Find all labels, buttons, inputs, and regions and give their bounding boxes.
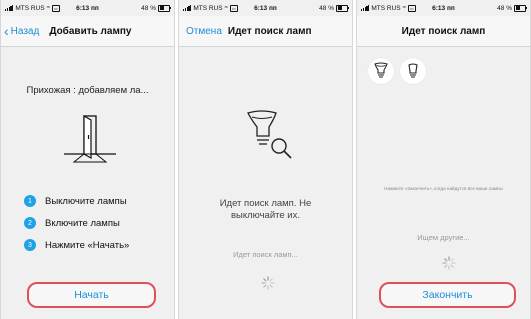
nav-bar: ‹ Назад Добавить лампу [0,16,175,47]
bulb-search-icon [238,105,298,165]
clock: 6:13 пп [254,4,277,12]
back-button[interactable]: ‹ Назад [0,23,40,39]
step-label: Включите лампы [45,217,120,229]
finish-hint: Нажмите «Закончить», когда найдутся все … [384,186,503,191]
step-1: 1 Выключите лампы [24,190,129,212]
battery-icon [336,4,349,12]
spinner-icon [442,256,456,270]
searching-message: Идет поиск ламп. Не выключайте их. [219,198,312,221]
searching-status: Ищем другие... [417,233,470,242]
page-title: Добавить лампу [49,25,132,37]
door-icon [50,110,130,165]
step-2: 2 Включите лампы [24,212,129,234]
status-bar: MTS RUS ≈ ▭ 6:13 пп 48 % [356,0,531,16]
back-label: Назад [10,25,40,37]
battery-icon [514,4,527,12]
searching-status: Идет поиск ламп... [233,250,298,259]
status-bar: MTS RUS ≈ ▭ 6:13 пп 48 % [0,0,175,16]
step-3: 3 Нажмите «Начать» [24,234,129,256]
bulb-icon[interactable] [368,58,394,84]
page-title: Идет поиск ламп [227,25,312,37]
battery-icon [158,4,171,12]
clock: 6:13 пп [432,4,455,12]
steps-list: 1 Выключите лампы 2 Включите лампы 3 Наж… [24,190,129,256]
spinner-icon [261,276,275,290]
finish-button[interactable]: Закончить [379,282,516,308]
bulb-icon[interactable] [400,58,426,84]
screenshot-strip: MTS RUS ≈ ▭ 6:13 пп 48 % ‹ Назад Добавит… [0,0,531,319]
screen-searching: MTS RUS ≈ ▭ 6:13 пп 48 % Отмена Идет пои… [178,0,353,319]
cancel-button[interactable]: Отмена [178,26,222,37]
clock: 6:13 пп [76,4,99,12]
step-label: Нажмите «Начать» [45,239,130,251]
found-bulbs [368,58,426,84]
step-number-badge: 2 [24,217,36,229]
screen-found: MTS RUS ≈ ▭ 6:13 пп 48 % Идет поиск ламп [356,0,531,319]
step-number-badge: 1 [24,195,36,207]
nav-bar: Отмена Идет поиск ламп [178,16,353,47]
step-number-badge: 3 [24,239,36,251]
screen-add-lamp: MTS RUS ≈ ▭ 6:13 пп 48 % ‹ Назад Добавит… [0,0,175,319]
status-bar: MTS RUS ≈ ▭ 6:13 пп 48 % [178,0,353,16]
start-button[interactable]: Начать [27,282,156,308]
nav-bar: Идет поиск ламп [356,16,531,47]
screen-border [356,0,531,319]
step-label: Выключите лампы [45,195,127,207]
room-subtitle: Прихожая : добавляем ла... [26,85,149,96]
page-title: Идет поиск ламп [401,25,486,37]
back-chevron-icon: ‹ [4,23,9,39]
